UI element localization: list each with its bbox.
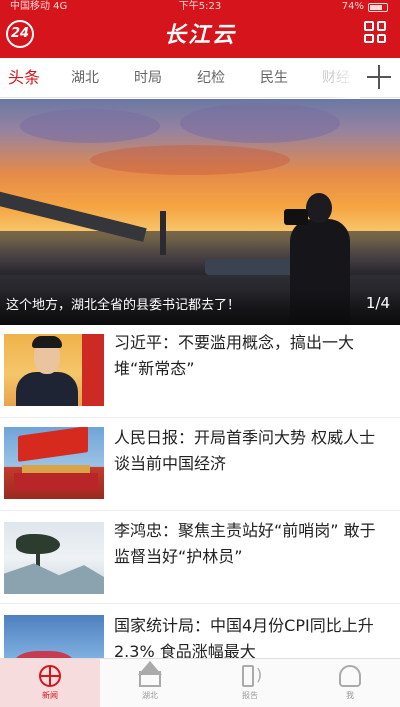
nav-me[interactable]: 我 bbox=[300, 659, 400, 707]
carousel-page-indicator: 1/4 bbox=[365, 294, 390, 312]
camera-icon bbox=[284, 209, 308, 225]
article-thumbnail bbox=[4, 522, 104, 594]
nav-report[interactable]: 报告 bbox=[200, 659, 300, 707]
speaker-icon bbox=[242, 665, 262, 687]
globe-icon bbox=[39, 665, 61, 687]
grid-menu-icon[interactable] bbox=[364, 21, 386, 43]
app-header: 中国移动 4G 下午5:23 74% 24 长江云 bbox=[0, 0, 400, 58]
list-item[interactable]: 李鸿忠：聚焦主责站好“前哨岗” 敢于监督当好“护林员” bbox=[0, 512, 400, 604]
user-icon bbox=[339, 665, 361, 687]
list-item[interactable]: 习近平：不要滥用概念，搞出一大堆“新常态” bbox=[0, 326, 400, 418]
add-channel-icon[interactable] bbox=[366, 64, 392, 90]
hero-title[interactable]: 这个地方，湖北全省的县委书记都去了！ bbox=[6, 297, 240, 315]
article-title: 人民日报：开局首季问大势 权威人士谈当前中国经济 bbox=[114, 428, 376, 473]
nav-label: 我 bbox=[346, 691, 354, 700]
nav-label: 新闻 bbox=[42, 691, 58, 700]
status-bar: 中国移动 4G 下午5:23 74% bbox=[0, 0, 400, 14]
tab-hubei[interactable]: 湖北 bbox=[71, 58, 99, 98]
tab-politics[interactable]: 时局 bbox=[134, 58, 162, 98]
news-24h-button[interactable]: 24 bbox=[6, 20, 34, 48]
nav-label: 报告 bbox=[242, 691, 258, 700]
battery-percent: 74% bbox=[341, 1, 364, 12]
article-title: 李鸿忠：聚焦主责站好“前哨岗” 敢于监督当好“护林员” bbox=[114, 521, 376, 566]
bottom-nav: 新闻 湖北 报告 我 bbox=[0, 658, 400, 707]
list-item[interactable]: 人民日报：开局首季问大势 权威人士谈当前中国经济 bbox=[0, 419, 400, 511]
nav-hubei[interactable]: 湖北 bbox=[100, 659, 200, 707]
article-thumbnail bbox=[4, 334, 104, 406]
app-logo: 长江云 bbox=[163, 22, 236, 48]
battery-icon bbox=[368, 3, 388, 12]
article-title: 习近平：不要滥用概念，搞出一大堆“新常态” bbox=[114, 333, 355, 378]
channel-tabs: 头条 湖北 时局 纪检 民生 财经 bbox=[0, 58, 400, 98]
article-thumbnail bbox=[4, 427, 104, 499]
nav-news[interactable]: 新闻 bbox=[0, 659, 100, 707]
status-time: 下午5:23 bbox=[178, 1, 222, 12]
tab-discipline[interactable]: 纪检 bbox=[197, 58, 225, 98]
tab-livelihood[interactable]: 民生 bbox=[260, 58, 288, 98]
tab-headlines[interactable]: 头条 bbox=[8, 58, 40, 98]
nav-label: 湖北 bbox=[142, 691, 158, 700]
home-icon bbox=[139, 671, 161, 687]
hero-carousel[interactable]: 这个地方，湖北全省的县委书记都去了！ 1/4 bbox=[0, 99, 400, 325]
